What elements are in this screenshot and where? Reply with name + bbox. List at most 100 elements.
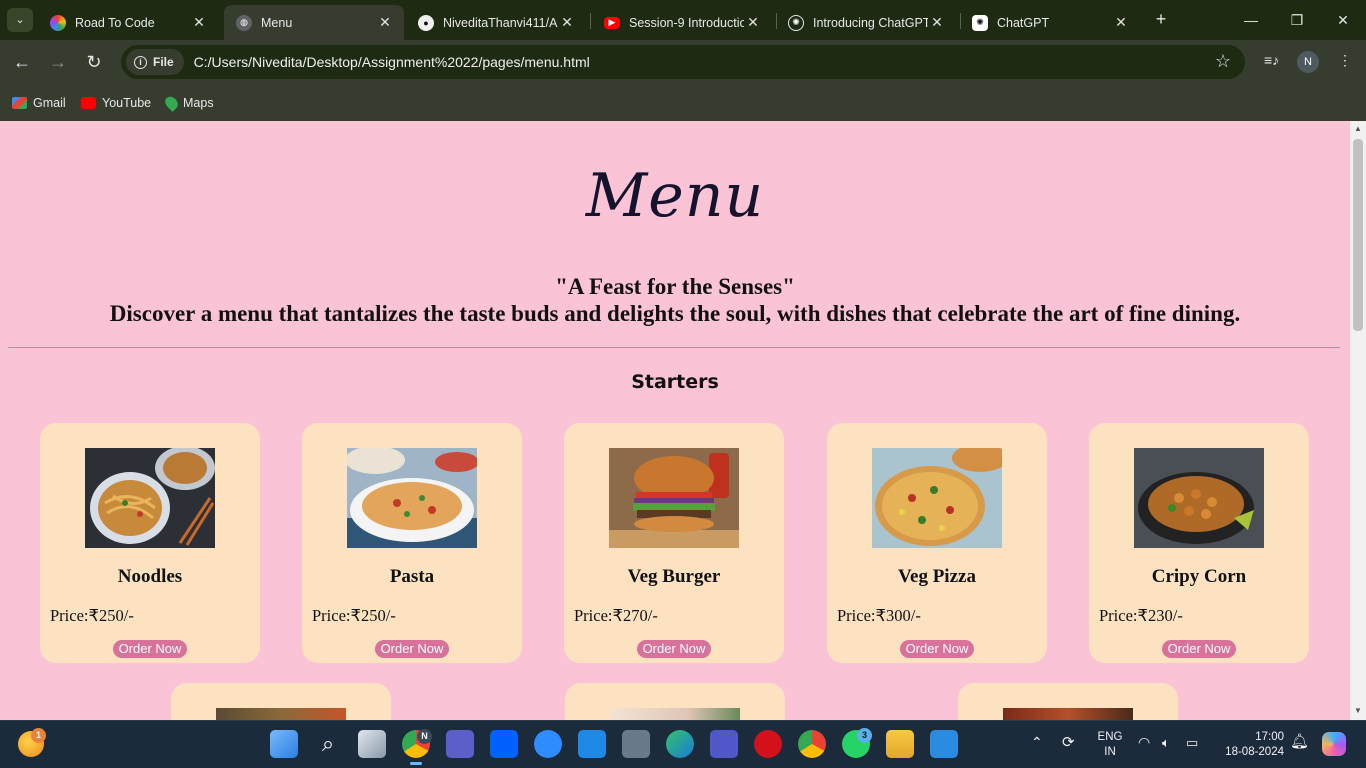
notification-bell-icon[interactable]: 🔔︎ — [1290, 734, 1309, 749]
clock-date: 18-08-2024 — [1225, 746, 1284, 758]
chrome-alt-icon[interactable] — [798, 730, 826, 758]
bookmark-youtube[interactable]: YouTube — [81, 92, 151, 114]
file-explorer-icon[interactable] — [886, 730, 914, 758]
close-icon[interactable]: ✕ — [928, 14, 946, 31]
zoom-icon[interactable] — [534, 730, 562, 758]
forward-button[interactable]: → — [46, 51, 70, 75]
tab-menu[interactable]: ◍ Menu ✕ — [224, 5, 404, 40]
teams-classic-icon[interactable] — [710, 730, 738, 758]
menu-card-veg-burger: Veg Burger Price:₹270/- Order Now — [564, 423, 784, 663]
maps-icon — [162, 94, 181, 112]
wifi-icon[interactable]: ◠ — [1138, 735, 1150, 750]
page-title: Menu — [585, 161, 765, 231]
language-indicator[interactable]: ENG IN — [1094, 730, 1126, 760]
tab-title: Menu — [261, 15, 293, 30]
menu-card-pasta: Pasta Price:₹250/- Order Now — [302, 423, 522, 663]
tagline-text: Discover a menu that tantalizes the tast… — [109, 301, 1241, 326]
item-name: Veg Burger — [627, 566, 721, 587]
chevron-up-icon[interactable]: ⌃ — [1031, 735, 1043, 750]
bookmark-maps[interactable]: Maps — [162, 92, 214, 114]
close-icon[interactable]: ✕ — [376, 14, 394, 31]
restore-button[interactable]: ❐ — [1274, 0, 1320, 40]
edge-icon[interactable] — [666, 730, 694, 758]
battery-icon[interactable]: ▭ — [1186, 735, 1198, 750]
tab-introducing-chatgpt[interactable]: ✺ Introducing ChatGPT ✕ — [776, 5, 956, 40]
calculator-icon[interactable] — [622, 730, 650, 758]
mail-icon[interactable] — [578, 730, 606, 758]
minimize-icon: — — [1244, 12, 1258, 28]
search-icon[interactable]: ⌕ — [314, 730, 342, 758]
url-text[interactable]: C:/Users/Nivedita/Desktop/Assignment%202… — [194, 54, 590, 70]
scroll-up-icon[interactable]: ▲ — [1354, 124, 1362, 133]
vscode-icon[interactable] — [930, 730, 958, 758]
reading-list-icon[interactable]: ≡♪ — [1264, 52, 1279, 68]
close-icon[interactable]: ✕ — [744, 14, 762, 31]
tab-title: ChatGPT — [997, 15, 1050, 30]
tab-chatgpt[interactable]: ✺ ChatGPT ✕ — [960, 5, 1140, 40]
close-icon[interactable]: ✕ — [190, 14, 208, 31]
pasta-image — [347, 448, 477, 548]
copilot-icon[interactable] — [1322, 732, 1346, 756]
more-menu-icon[interactable]: ⋮ — [1338, 52, 1352, 69]
order-now-button[interactable]: Order Now — [637, 640, 711, 658]
dropbox-icon[interactable] — [490, 730, 518, 758]
opera-icon[interactable] — [754, 730, 782, 758]
close-icon[interactable]: ✕ — [558, 14, 576, 31]
weather-badge: 1 — [31, 728, 46, 743]
task-view-icon[interactable] — [358, 730, 386, 758]
order-now-button[interactable]: Order Now — [375, 640, 449, 658]
bookmark-label: Gmail — [33, 96, 66, 110]
whatsapp-badge: 3 — [857, 728, 872, 743]
corn-image — [1134, 448, 1264, 548]
new-tab-button[interactable]: + — [1150, 8, 1172, 32]
site-info-chip[interactable]: i File — [126, 49, 184, 75]
menu-card-partial — [958, 683, 1178, 720]
tab-github[interactable]: ● NiveditaThanvi411/A ✕ — [406, 5, 586, 40]
food-image — [216, 708, 346, 720]
order-now-button[interactable]: Order Now — [113, 640, 187, 658]
bookmark-label: Maps — [183, 96, 214, 110]
close-icon[interactable]: ✕ — [1112, 14, 1130, 31]
volume-icon[interactable]: 🔈︎ — [1162, 735, 1170, 750]
address-bar[interactable]: i File C:/Users/Nivedita/Desktop/Assignm… — [121, 45, 1245, 79]
bookmark-star-icon[interactable]: ☆ — [1215, 51, 1231, 72]
sync-icon[interactable]: ⟳ — [1062, 735, 1075, 750]
tab-title: Road To Code — [75, 15, 155, 30]
item-name: Pasta — [389, 566, 435, 587]
reload-button[interactable]: ↻ — [82, 51, 106, 75]
bookmark-gmail[interactable]: Gmail — [12, 92, 66, 114]
tab-title: Session-9 Introductio — [629, 15, 744, 30]
tab-separator — [590, 13, 591, 29]
menu-card-cripy-corn: Cripy Corn Price:₹230/- Order Now — [1089, 423, 1309, 663]
taskbar: 1 ⌕ N 3 ⌃ ⟳ ENG IN ◠ 🔈︎ ▭ 17:00 18-08-20… — [0, 720, 1366, 768]
minimize-button[interactable]: — — [1228, 0, 1274, 40]
food-image — [610, 708, 740, 720]
tab-search-button[interactable]: ⌄ — [7, 8, 33, 32]
gmail-icon — [12, 97, 27, 109]
clock[interactable]: 17:00 18-08-2024 — [1218, 730, 1284, 760]
order-now-button[interactable]: Order Now — [1162, 640, 1236, 658]
divider — [8, 347, 1340, 348]
teams-icon[interactable] — [446, 730, 474, 758]
tab-road-to-code[interactable]: Road To Code ✕ — [38, 5, 218, 40]
page-viewport: Menu "A Feast for the Senses" Discover a… — [0, 121, 1350, 720]
vertical-scrollbar[interactable]: ▲ ▼ — [1350, 121, 1366, 720]
github-icon: ● — [418, 14, 434, 31]
item-price: Price:₹270/- — [574, 606, 658, 625]
plus-icon: + — [1155, 9, 1167, 29]
order-now-button[interactable]: Order Now — [900, 640, 974, 658]
scheme-label: File — [153, 55, 174, 69]
back-button[interactable]: ← — [10, 51, 34, 75]
item-name: Noodles — [117, 566, 183, 587]
profile-avatar[interactable]: N — [1297, 51, 1319, 73]
start-windows-icon[interactable] — [270, 730, 298, 758]
noodles-image — [85, 448, 215, 548]
globe-icon: ◍ — [236, 14, 252, 31]
tagline-quote: "A Feast for the Senses" — [555, 274, 795, 299]
scroll-down-icon[interactable]: ▼ — [1354, 706, 1362, 715]
tab-youtube-session[interactable]: ▶ Session-9 Introductio ✕ — [592, 5, 772, 40]
close-window-button[interactable]: ✕ — [1320, 0, 1366, 40]
scroll-thumb[interactable] — [1353, 139, 1363, 331]
chrome-profile-badge: N — [417, 729, 432, 744]
arrow-right-icon: → — [49, 52, 67, 72]
